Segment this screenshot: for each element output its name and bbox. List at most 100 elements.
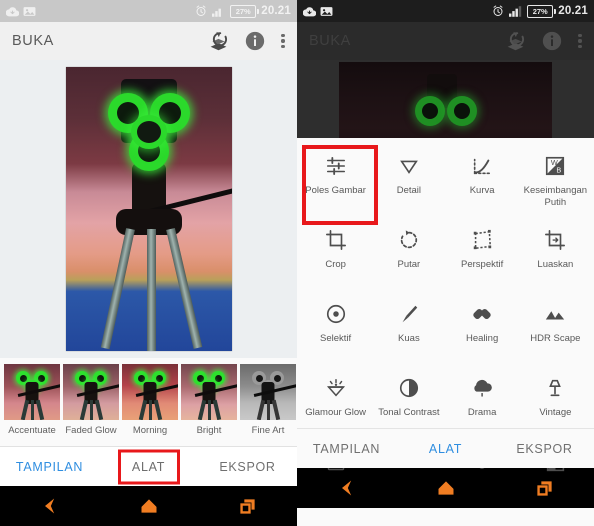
tool-label: Tonal Contrast: [378, 407, 440, 418]
tool-label: Vintage: [539, 407, 572, 418]
tool-keseimbangan-putih[interactable]: W B Keseimbangan Putih: [519, 144, 592, 218]
tool-selektif[interactable]: Selektif: [299, 292, 372, 366]
info-icon[interactable]: [542, 31, 562, 51]
filter-item[interactable]: Morning: [122, 364, 178, 446]
tool-detail[interactable]: Detail: [372, 144, 445, 218]
filter-thumbnail: [122, 364, 178, 420]
tool-hdr-scape[interactable]: HDR Scape: [519, 292, 592, 366]
alarm-icon: [196, 5, 206, 16]
tool-healing[interactable]: Healing: [446, 292, 519, 366]
contrast-circle-icon: [398, 376, 420, 400]
status-bar-notifications: [303, 6, 333, 17]
recents-icon[interactable]: [238, 497, 257, 516]
app-toolbar-left: BUKA: [0, 22, 297, 60]
left-phone-screen: 27% 20.21 BUKA Accentuate Faded Glow Mor…: [0, 0, 297, 526]
toolbar-title[interactable]: BUKA: [309, 33, 351, 49]
healing-patch-icon: [471, 302, 493, 326]
tools-sheet: Poles Gambar Detail Kurva W B Keseimbang…: [297, 138, 594, 471]
lamp-icon: [544, 376, 566, 400]
tool-kuas[interactable]: Kuas: [372, 292, 445, 366]
tool-label: Perspektif: [461, 259, 504, 270]
tab-alat[interactable]: ALAT: [99, 460, 198, 474]
filter-item[interactable]: Faded Glow: [63, 364, 119, 446]
filter-label: Fine Art: [251, 425, 285, 436]
stack-undo-icon[interactable]: [505, 31, 526, 52]
filter-label: Accentuate: [8, 425, 56, 436]
tool-perspektif[interactable]: Perspektif: [446, 218, 519, 292]
tab-ekspor[interactable]: EKSPOR: [495, 442, 594, 456]
overflow-menu-icon[interactable]: [578, 33, 582, 49]
tool-crop[interactable]: Crop: [299, 218, 372, 292]
bottom-tabs-left: TAMPILAN ALAT EKSPOR: [0, 446, 297, 486]
right-phone-screen: 27% 20.21 BUKA Poles Gambar Detail Kurva…: [297, 0, 594, 526]
white-balance-icon: W B: [544, 154, 566, 178]
filter-thumbnail: [181, 364, 237, 420]
tool-label: Detail: [396, 185, 422, 196]
tool-poles-gambar[interactable]: Poles Gambar: [299, 144, 379, 225]
image-icon: [23, 6, 36, 16]
toolbar-actions: [505, 31, 582, 52]
tool-label: HDR Scape: [530, 333, 581, 344]
tool-putar[interactable]: Putar: [372, 218, 445, 292]
status-bar-right: 27% 20.21: [297, 0, 594, 22]
tripod-leg: [165, 227, 202, 349]
signal-bars-icon: [212, 5, 225, 17]
tool-label: Drama: [467, 407, 497, 418]
photo-preview-right[interactable]: [297, 60, 594, 138]
battery-indicator: 27%: [230, 4, 259, 18]
tab-tampilan[interactable]: TAMPILAN: [297, 442, 396, 456]
tool-label: Crop: [325, 259, 346, 270]
cloud-icon: [471, 376, 493, 400]
tool-label: Kuas: [398, 333, 420, 344]
status-bar-notifications: [6, 6, 36, 17]
home-icon[interactable]: [139, 496, 159, 516]
status-bar-left: 27% 20.21: [0, 0, 297, 22]
toolbar-title[interactable]: BUKA: [12, 33, 54, 49]
tab-alat[interactable]: ALAT: [396, 442, 495, 456]
image-icon: [320, 6, 333, 16]
photo-preview-left[interactable]: [0, 60, 297, 358]
tool-label: Poles Gambar: [305, 185, 366, 196]
tool-label: Luaskan: [537, 259, 574, 270]
filter-item[interactable]: Fine Art: [240, 364, 296, 446]
signal-bars-icon: [509, 5, 522, 17]
tool-label: Glamour Glow: [305, 407, 366, 418]
filter-label: Bright: [196, 425, 222, 436]
svg-text:B: B: [557, 165, 562, 174]
brush-icon: [398, 302, 420, 326]
back-triangle-icon[interactable]: [40, 496, 60, 516]
cloud-download-icon: [303, 6, 316, 16]
fidget-spinner: [106, 93, 192, 171]
tool-luaskan[interactable]: Luaskan: [519, 218, 592, 292]
dimmed-photo: [339, 62, 552, 138]
clock-time: 20.21: [261, 5, 291, 17]
overflow-menu-icon[interactable]: [281, 33, 285, 49]
perspective-icon: [471, 228, 493, 252]
rotate-icon: [398, 228, 420, 252]
stack-undo-icon[interactable]: [208, 31, 229, 52]
toolbar-actions: [208, 31, 285, 52]
cloud-download-icon: [6, 6, 19, 16]
tool-label: Selektif: [320, 333, 352, 344]
filter-label: Morning: [132, 425, 168, 436]
filter-strip[interactable]: Accentuate Faded Glow Morning Bright Fin…: [0, 358, 297, 446]
edited-photo: [65, 67, 232, 351]
status-bar-system: 27% 20.21: [492, 4, 588, 18]
tab-tampilan[interactable]: TAMPILAN: [0, 460, 99, 474]
curve-icon: [471, 154, 493, 178]
android-nav-bar-left: [0, 486, 297, 526]
filter-item[interactable]: Bright: [181, 364, 237, 446]
filter-label: Faded Glow: [65, 425, 117, 436]
filter-item[interactable]: Accentuate: [4, 364, 60, 446]
status-bar-system: 27% 20.21: [195, 4, 291, 18]
tool-kurva[interactable]: Kurva: [446, 144, 519, 218]
tab-ekspor[interactable]: EKSPOR: [198, 460, 297, 474]
info-icon[interactable]: [245, 31, 265, 51]
app-toolbar-right: BUKA: [297, 22, 594, 60]
crop-icon: [325, 228, 347, 252]
mountains-icon: [544, 302, 566, 326]
filter-thumbnail: [240, 364, 296, 420]
alarm-icon: [493, 5, 503, 16]
expand-icon: [544, 228, 566, 252]
glamour-gem-icon: [325, 376, 347, 400]
